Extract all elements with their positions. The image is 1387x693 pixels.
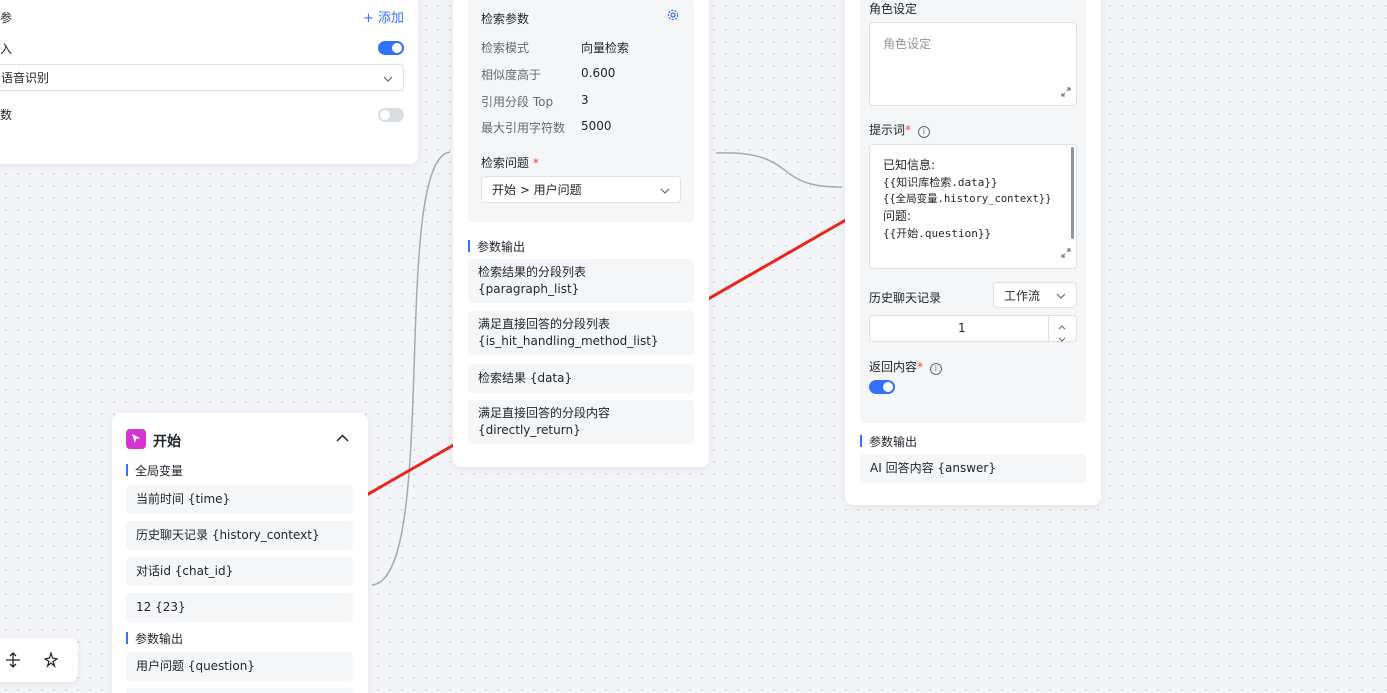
add-button[interactable]: + 添加 (363, 7, 404, 26)
chevron-down-icon (383, 71, 393, 85)
collapse-icon[interactable] (336, 431, 349, 445)
search-output-item[interactable]: 检索结果的分段列表 {paragraph_list} (468, 259, 694, 303)
param-label: 相似度高于 (481, 68, 542, 82)
global-vars-title: 全局变量 (126, 462, 183, 479)
search-question-select[interactable]: 开始 > 用户问题 (481, 176, 681, 203)
prompt-textarea[interactable]: 已知信息: {{知识库检索.data}} {{全局变量.history_cont… (869, 144, 1077, 269)
row-label-fragment-2: 数 (0, 108, 13, 122)
param-label: 最大引用字符数 (481, 121, 566, 135)
param-value: 向量检索 (581, 41, 630, 55)
knowledge-search-node[interactable]: 检索参数 检索模式 向量检索 相似度高于 0.600 引用分段 Top 3 最大… (453, 0, 709, 467)
canvas-toolbar (0, 638, 78, 682)
return-label: 返回内容* i (869, 358, 942, 375)
global-var-item[interactable]: 历史聊天记录 {history_context} (126, 521, 353, 550)
start-output-item[interactable]: 用户问题 {question} (126, 652, 353, 681)
ai-config-box: 角色设定 角色设定 提示词* i 已知信息: {{知识库检索.data}} {{… (860, 0, 1086, 423)
param-label: 检索模式 (481, 41, 530, 55)
role-label: 角色设定 (869, 2, 918, 16)
expand-icon[interactable] (1061, 86, 1071, 100)
prompt-label: 提示词* i (869, 121, 930, 138)
history-source-select[interactable]: 工作流 (993, 282, 1077, 308)
param-label: 引用分段 Top (481, 95, 554, 109)
start-node-icon (126, 429, 146, 449)
magic-wand-icon[interactable] (43, 650, 59, 671)
setting-toggle[interactable] (378, 108, 404, 122)
info-icon: i (929, 363, 942, 375)
return-content-toggle[interactable] (869, 380, 895, 394)
edge-start-to-search (371, 151, 451, 586)
row-label-fragment: 入 (0, 42, 13, 56)
chevron-down-icon (1056, 288, 1066, 302)
left-input-panel: 参 + 添加 入 语音识别 数 (0, 0, 418, 164)
global-var-item[interactable]: 12 {23} (126, 593, 353, 622)
search-output-title: 参数输出 (468, 238, 525, 255)
plus-icon: + (363, 11, 374, 26)
ai-output-title: 参数输出 (860, 433, 917, 450)
start-node-title: 开始 (153, 434, 181, 450)
param-value: 0.600 (581, 66, 616, 80)
expand-icon[interactable] (1061, 246, 1071, 263)
search-output-item[interactable]: 满足直接回答的分段内容 {directly_return} (468, 400, 694, 444)
search-output-item[interactable]: 满足直接回答的分段列表 {is_hit_handling_method_list} (468, 311, 694, 355)
start-output-title: 参数输出 (126, 630, 183, 647)
edge-search-to-ai (715, 152, 843, 188)
search-params-box: 检索参数 检索模式 向量检索 相似度高于 0.600 引用分段 Top 3 最大… (468, 0, 694, 222)
global-var-item[interactable]: 当前时间 {time} (126, 485, 353, 514)
decrement-icon[interactable] (1058, 331, 1066, 345)
global-var-item[interactable]: 对话id {chat_id} (126, 557, 353, 586)
info-icon: i (917, 126, 930, 138)
param-value: 5000 (581, 119, 612, 133)
settings-gear-icon[interactable] (667, 9, 679, 24)
start-output-item-partial (126, 688, 353, 693)
search-question-label: 检索问题 * (481, 156, 539, 170)
search-params-title: 检索参数 (481, 12, 530, 26)
ai-output-item[interactable]: AI 回答内容 {answer} (860, 454, 1086, 483)
align-icon[interactable] (5, 652, 21, 671)
role-textarea[interactable]: 角色设定 (869, 22, 1077, 106)
search-output-item[interactable]: 检索结果 {data} (468, 364, 694, 393)
history-label: 历史聊天记录 (869, 291, 942, 305)
voice-model-select[interactable]: 语音识别 (0, 64, 404, 91)
start-node[interactable]: 开始 全局变量 当前时间 {time} 历史聊天记录 {history_cont… (112, 413, 368, 693)
voice-input-toggle[interactable] (378, 41, 404, 55)
panel-header-fragment: 参 (0, 11, 13, 25)
ai-chat-node[interactable]: 角色设定 角色设定 提示词* i 已知信息: {{知识库检索.data}} {{… (845, 0, 1101, 505)
history-count-stepper[interactable]: 1 (869, 315, 1077, 342)
param-value: 3 (581, 93, 589, 107)
scrollbar[interactable] (1071, 147, 1074, 239)
chevron-down-icon (660, 183, 670, 197)
